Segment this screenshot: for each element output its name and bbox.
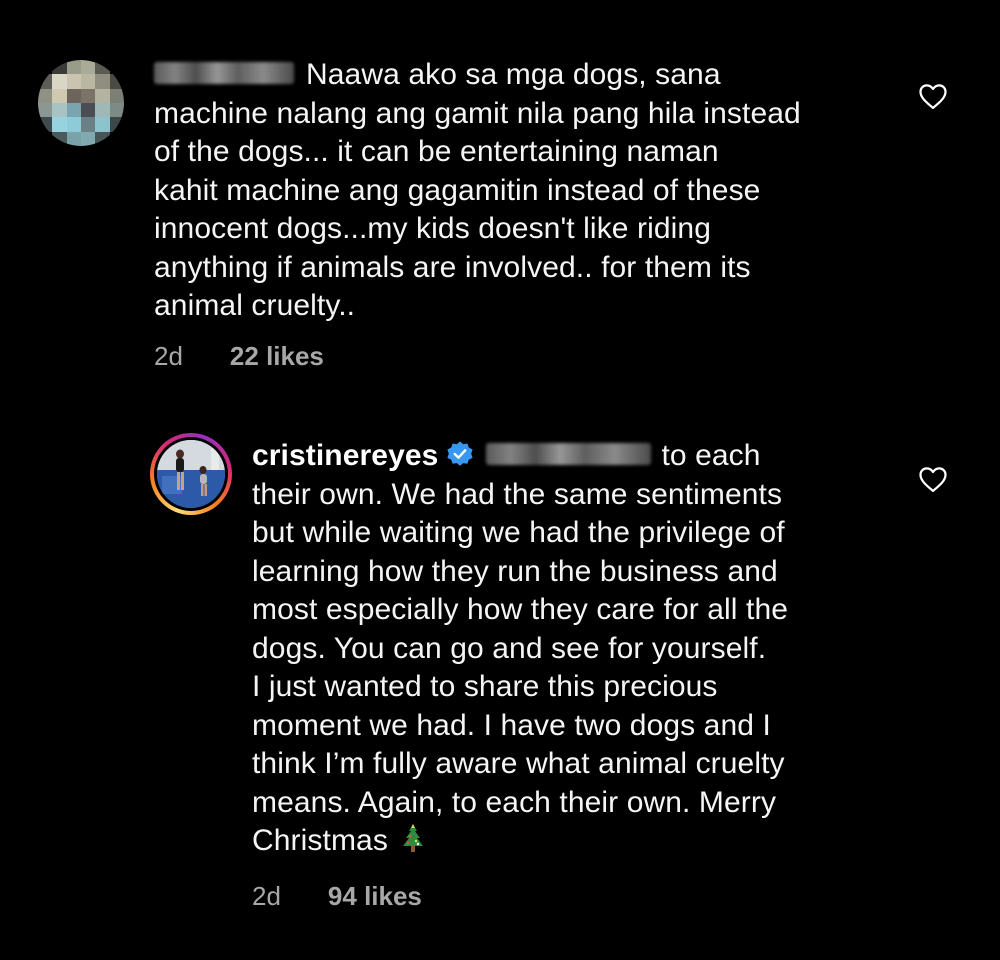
comment-line-text: Naawa ako sa mga dogs, sana bbox=[306, 58, 721, 91]
comment-line-text: Christmas bbox=[252, 824, 388, 857]
comment-line: I just wanted to share this precious bbox=[252, 670, 718, 703]
blurred-username[interactable] bbox=[154, 62, 294, 85]
comment-line: cristinereyes to each bbox=[252, 437, 892, 476]
comment-text: Naawa ako sa mga dogs, sana machine nala… bbox=[154, 56, 894, 326]
comment-line: animal cruelty.. bbox=[154, 289, 356, 322]
heart-outline-icon[interactable] bbox=[918, 82, 948, 110]
comment-line: learning how they run the business and bbox=[252, 554, 778, 588]
comment-meta: 2d 22 likes bbox=[154, 341, 324, 372]
instagram-comments-screen: Naawa ako sa mga dogs, sana machine nala… bbox=[0, 0, 1000, 960]
comment-line: their own. We had the same sentiments bbox=[252, 477, 783, 511]
comment-line: but while waiting we had the privilege o… bbox=[252, 516, 785, 549]
comment-text: cristinereyes to each their own. We had t… bbox=[252, 437, 892, 861]
verified-badge-icon bbox=[447, 441, 474, 466]
likes-count[interactable]: 22 likes bbox=[230, 341, 324, 371]
comment-line: Naawa ako sa mga dogs, sana bbox=[154, 56, 894, 95]
likes-count[interactable]: 94 likes bbox=[328, 881, 422, 911]
comment-line: dogs. You can go and see for yourself. bbox=[252, 631, 767, 665]
comment-meta: 2d 94 likes bbox=[252, 881, 422, 912]
comment-line-text: to each bbox=[661, 439, 761, 472]
comment-line: moment we had. I have two dogs and I bbox=[252, 708, 771, 742]
blurred-mention[interactable] bbox=[486, 443, 652, 466]
christmas-tree-icon bbox=[402, 824, 423, 853]
comment-line: kahit machine ang gagamitin instead of t… bbox=[154, 173, 761, 207]
username[interactable]: cristinereyes bbox=[252, 439, 438, 472]
comment-line: most especially how they care for all th… bbox=[252, 593, 789, 626]
comment-line: think I’m fully aware what animal cruelt… bbox=[252, 747, 785, 780]
avatar-photo bbox=[157, 440, 225, 508]
comment-line: machine nalang ang gamit nila pang hila … bbox=[154, 96, 801, 130]
avatar-story-ring[interactable] bbox=[150, 433, 232, 515]
comment-line: of the dogs... it can be entertaining na… bbox=[154, 135, 719, 168]
pixelated-avatar-image bbox=[38, 60, 124, 146]
avatar bbox=[154, 437, 228, 511]
profile-photo-icon bbox=[157, 440, 225, 508]
comment-timestamp: 2d bbox=[252, 881, 281, 911]
heart-outline-icon[interactable] bbox=[918, 465, 948, 493]
comment-line: anything if animals are involved.. for t… bbox=[154, 250, 751, 284]
avatar[interactable] bbox=[38, 60, 124, 146]
comment-line: means. Again, to each their own. Merry bbox=[252, 785, 777, 819]
comment-line: innocent dogs...my kids doesn't like rid… bbox=[154, 212, 711, 245]
comment-timestamp: 2d bbox=[154, 341, 183, 371]
comment-line: Christmas bbox=[252, 822, 892, 861]
